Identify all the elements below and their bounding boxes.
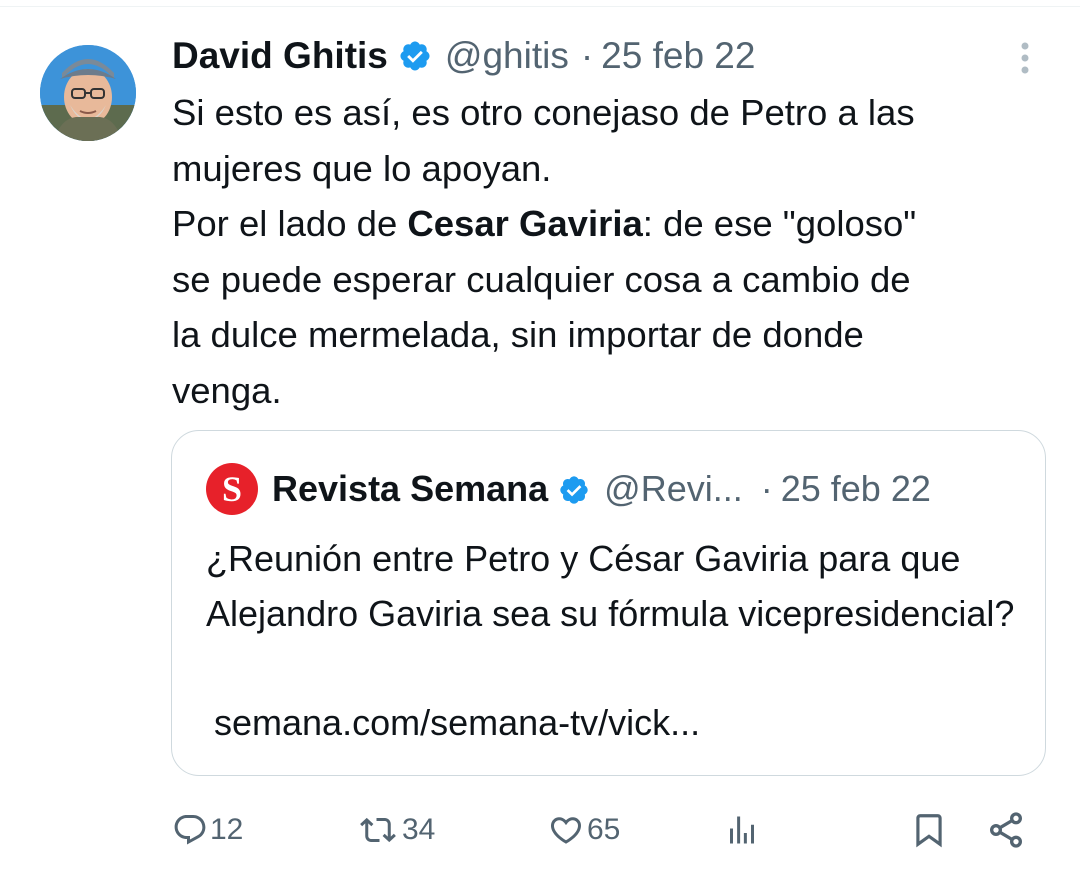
tweet-header: David Ghitis @ghitis · 25 feb 22 bbox=[172, 33, 755, 79]
tweet-text-line: Por el lado de Cesar Gaviria: de ese "go… bbox=[172, 196, 1052, 252]
more-options-icon[interactable] bbox=[1010, 40, 1040, 78]
tweet[interactable]: David Ghitis @ghitis · 25 feb 22 Si esto… bbox=[0, 0, 1080, 871]
quoted-tweet-card[interactable]: S Revista Semana @Revi... · 25 feb 22 ¿R… bbox=[171, 430, 1046, 776]
tweet-text-span: : de ese "goloso" bbox=[642, 203, 917, 244]
share-button[interactable] bbox=[986, 808, 1026, 852]
author-name[interactable]: David Ghitis bbox=[172, 35, 388, 77]
quoted-header-separator: · bbox=[760, 468, 773, 509]
author-handle[interactable]: @ghitis bbox=[445, 35, 569, 77]
quoted-author-name[interactable]: Revista Semana bbox=[272, 468, 548, 510]
tweet-text-line: Si esto es así, es otro conejaso de Petr… bbox=[172, 92, 915, 133]
tweet-text-line: mujeres que lo apoyan. bbox=[172, 147, 552, 189]
reply-count: 12 bbox=[210, 813, 244, 846]
author-avatar[interactable] bbox=[40, 45, 136, 141]
retweet-button[interactable]: 34 bbox=[356, 808, 435, 852]
tweet-text-bold: Cesar Gaviria bbox=[407, 203, 643, 244]
retweet-icon bbox=[360, 817, 396, 843]
heart-icon bbox=[550, 817, 582, 844]
quoted-tweet-header: S Revista Semana @Revi... · 25 feb 22 bbox=[206, 463, 931, 515]
tweet-text-line: venga. bbox=[172, 369, 282, 411]
views-chart-icon bbox=[730, 816, 754, 844]
retweet-count: 34 bbox=[402, 813, 436, 846]
reply-icon bbox=[174, 815, 206, 845]
tweet-date[interactable]: 25 feb 22 bbox=[601, 35, 755, 77]
like-button[interactable]: 65 bbox=[547, 808, 620, 852]
tweet-text-line: la dulce mermelada, sin importar de dond… bbox=[172, 314, 864, 355]
profile-photo-icon bbox=[40, 45, 136, 141]
like-count: 65 bbox=[587, 813, 621, 846]
reply-button[interactable]: 12 bbox=[172, 808, 243, 852]
verified-badge-icon bbox=[558, 473, 590, 505]
share-icon bbox=[990, 812, 1022, 848]
quoted-tweet-date[interactable]: 25 feb 22 bbox=[781, 468, 931, 510]
tweet-action-bar: 12 34 65 bbox=[0, 800, 1080, 860]
bookmark-icon bbox=[916, 814, 942, 848]
tweet-text-line: se puede esperar cualquier cosa a cambio… bbox=[172, 258, 911, 300]
verified-badge-icon bbox=[398, 39, 432, 73]
bookmark-button[interactable] bbox=[910, 808, 948, 852]
tweet-text: Si esto es así, es otro conejaso de Petr… bbox=[172, 85, 1052, 418]
views-button[interactable] bbox=[724, 808, 760, 852]
quoted-author-handle[interactable]: @Revi... bbox=[604, 468, 743, 510]
semana-logo-avatar[interactable]: S bbox=[206, 463, 258, 515]
quoted-tweet-text: ¿Reunión entre Petro y César Gaviria par… bbox=[206, 538, 1015, 634]
quoted-tweet-link[interactable]: semana.com/semana-tv/vick... bbox=[214, 695, 700, 750]
tweet-text-span: Por el lado de bbox=[172, 203, 408, 244]
header-separator: · bbox=[580, 35, 594, 76]
